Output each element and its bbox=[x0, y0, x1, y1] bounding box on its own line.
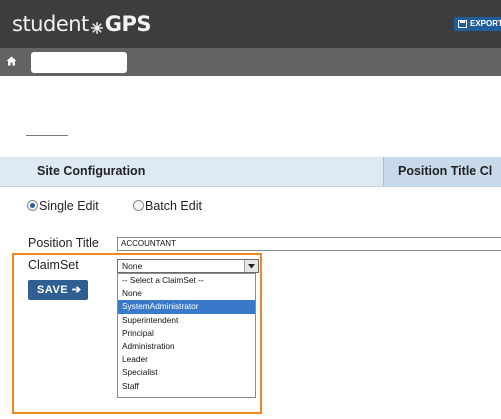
claimset-option[interactable]: Administration bbox=[118, 340, 255, 353]
logo-text-suffix: GPS bbox=[104, 12, 152, 36]
claimset-option[interactable]: Superintendent bbox=[118, 314, 255, 327]
radio-unselected-icon[interactable] bbox=[133, 200, 144, 212]
breadcrumb[interactable] bbox=[31, 52, 127, 73]
position-title-label: Position Title bbox=[28, 236, 99, 250]
claimset-dropdown-list[interactable]: -- Select a ClaimSet -- None SystemAdmin… bbox=[117, 273, 256, 398]
claimset-label: ClaimSet bbox=[28, 258, 79, 272]
divider bbox=[26, 135, 68, 136]
claimset-option[interactable]: Leader bbox=[118, 353, 255, 366]
position-title-input[interactable]: ACCOUNTANT bbox=[117, 237, 501, 251]
app-logo[interactable]: student GPS bbox=[12, 12, 152, 36]
batch-edit-radio[interactable]: Batch Edit bbox=[133, 199, 202, 213]
radio-selected-icon[interactable] bbox=[27, 200, 38, 212]
floppy-disk-icon bbox=[458, 20, 467, 28]
export-label: EXPORT bbox=[470, 19, 501, 28]
claimset-option-highlighted[interactable]: SystemAdministrator bbox=[118, 300, 255, 314]
save-button[interactable]: SAVE ➔ bbox=[28, 280, 88, 300]
claimset-option[interactable]: Principal bbox=[118, 327, 255, 340]
claimset-option[interactable]: Staff bbox=[118, 380, 255, 393]
save-button-label: SAVE bbox=[37, 284, 69, 296]
batch-edit-label: Batch Edit bbox=[145, 199, 202, 213]
claimset-option[interactable]: None bbox=[118, 287, 255, 300]
tab-bar: Site Configuration Position Title Cl bbox=[0, 157, 501, 187]
logo-text-prefix: student bbox=[12, 12, 89, 36]
tab-site-configuration[interactable]: Site Configuration bbox=[0, 157, 383, 186]
arrow-right-icon: ➔ bbox=[71, 284, 82, 296]
export-button[interactable]: EXPORT bbox=[454, 17, 501, 31]
claimset-option[interactable]: -- Select a ClaimSet -- bbox=[118, 274, 255, 287]
claimset-select[interactable]: None bbox=[117, 259, 259, 273]
single-edit-label: Single Edit bbox=[39, 199, 99, 213]
app-header: student GPS EXPORT bbox=[0, 0, 501, 48]
claimset-option[interactable]: Specialist bbox=[118, 366, 255, 379]
claimset-selected-value: None bbox=[122, 261, 143, 271]
home-icon[interactable] bbox=[6, 56, 17, 66]
tab-position-title-claimset[interactable]: Position Title Cl bbox=[383, 157, 501, 186]
chevron-down-icon[interactable] bbox=[244, 260, 258, 272]
single-edit-radio[interactable]: Single Edit bbox=[27, 199, 99, 213]
logo-star-icon bbox=[90, 16, 104, 34]
